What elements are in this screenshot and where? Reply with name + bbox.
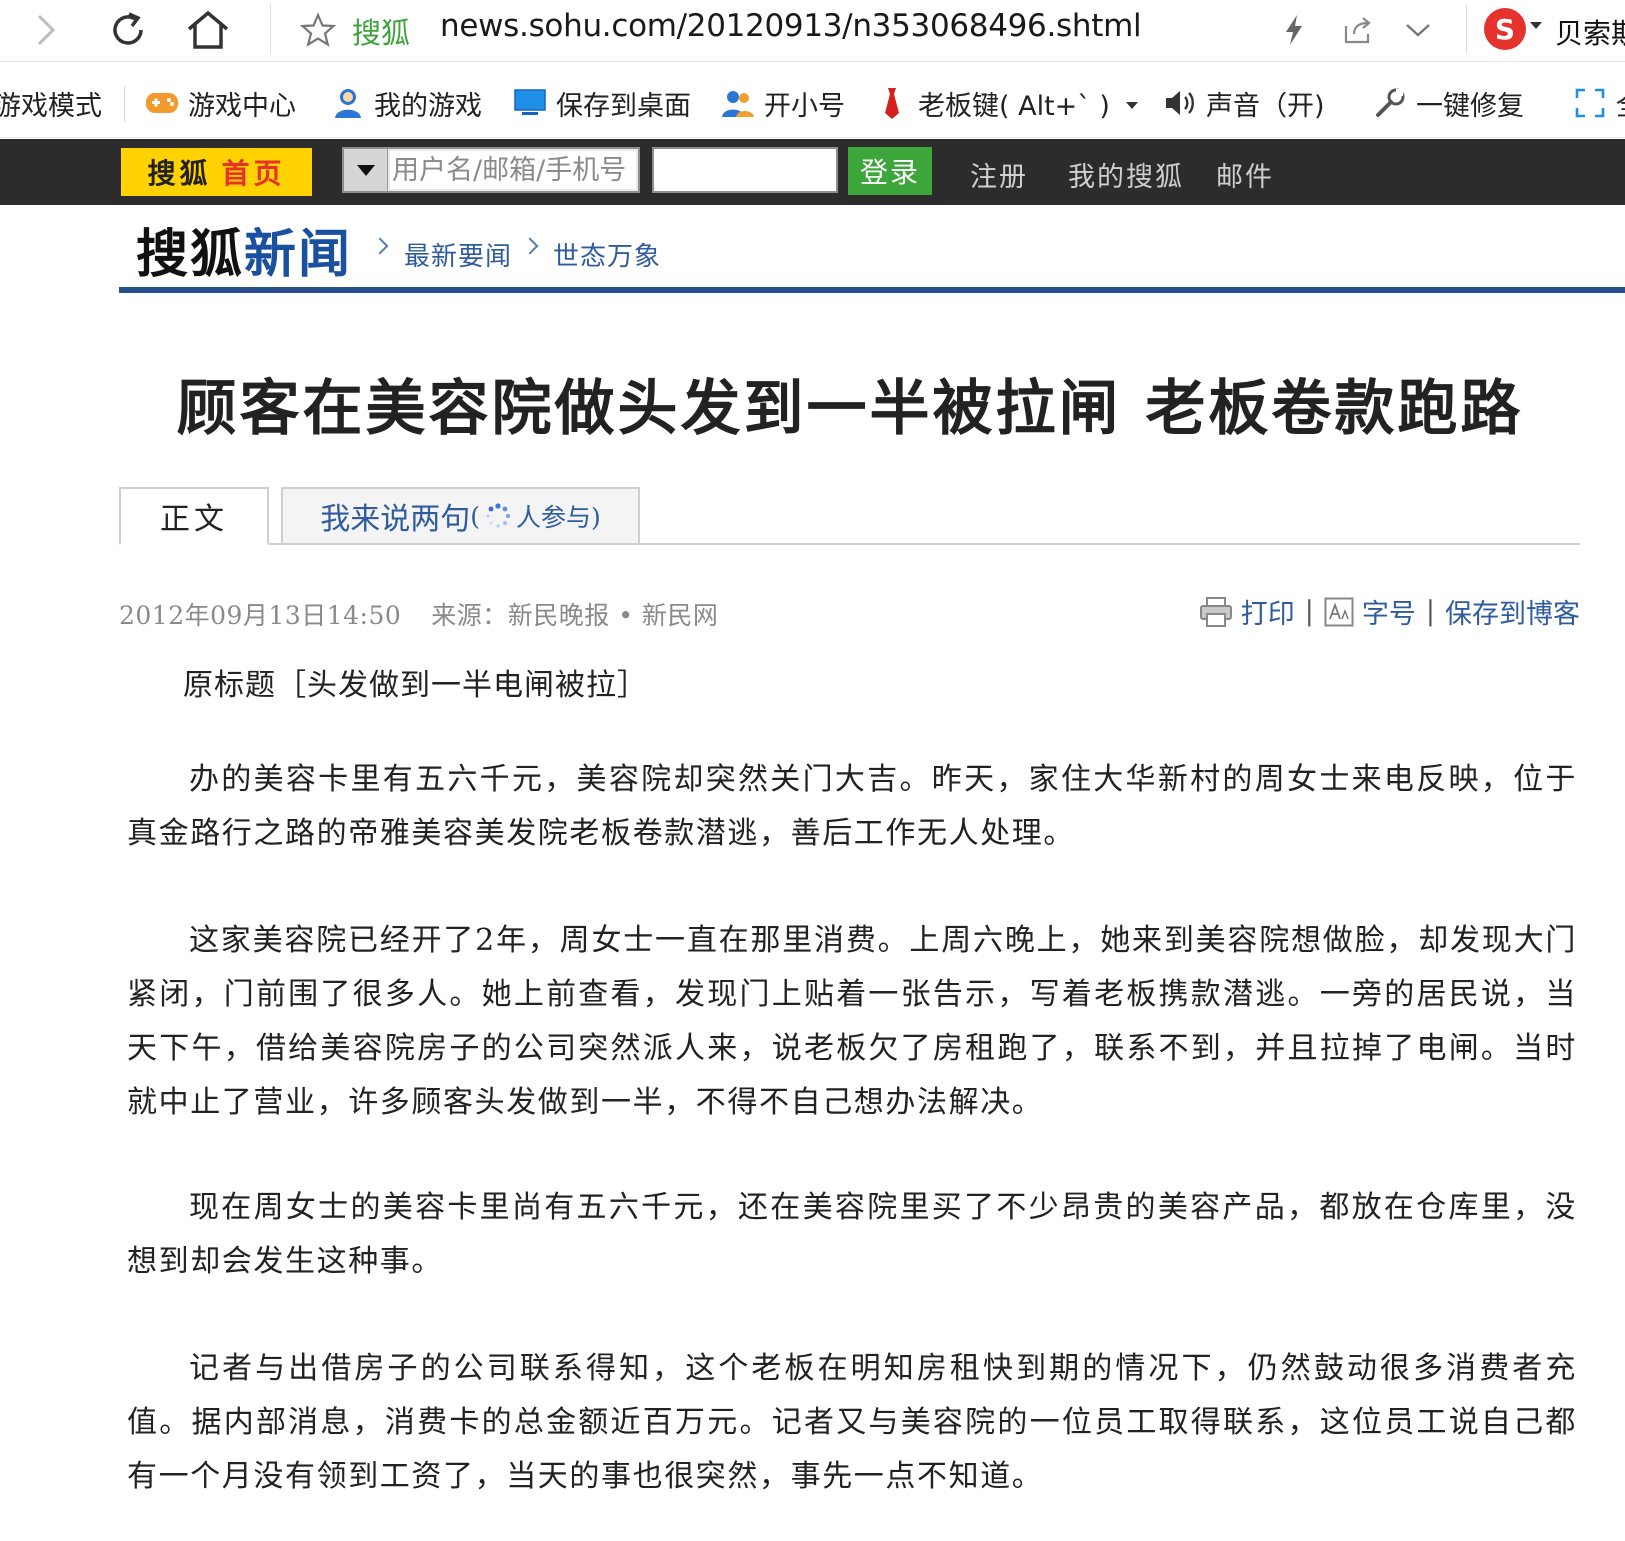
monitor-icon: [512, 86, 548, 120]
tab-main-label: 正文: [160, 502, 228, 537]
logo-channel: 新闻: [244, 225, 353, 285]
browser-toolbar: 游戏模式 游戏中心 我的游戏 保存到桌面 开小号 老板键( Alt+` ) 声音…: [0, 68, 1625, 138]
password-input[interactable]: [652, 147, 838, 193]
caret-down-icon: [356, 164, 375, 176]
username-input[interactable]: [390, 151, 636, 189]
channel-divider: [119, 287, 1625, 293]
save-desktop-button[interactable]: 保存到桌面: [512, 84, 691, 122]
open-alt-button[interactable]: 开小号: [720, 84, 845, 122]
open-alt-label: 开小号: [764, 90, 845, 122]
lightning-button[interactable]: [1272, 8, 1316, 52]
chevron-down-icon: [1406, 24, 1430, 37]
breadcrumb-society[interactable]: 世态万象: [553, 236, 661, 273]
fullscreen-label: 全: [1616, 84, 1625, 123]
fullscreen-button[interactable]: 全: [1572, 84, 1625, 122]
article-title: 顾客在美容院做头发到一半被拉闸 老板卷款跑路: [176, 374, 1524, 444]
separator: |: [1425, 596, 1435, 627]
breadcrumb-latest-news[interactable]: 最新要闻: [404, 236, 512, 273]
game-center-label: 游戏中心: [188, 90, 296, 122]
share-button[interactable]: [1336, 8, 1380, 52]
publish-datetime: 2012年09月13日14:50: [119, 601, 402, 630]
original-title: 原标题［头发做到一半电闸被拉］: [183, 668, 648, 703]
repair-button[interactable]: 一键修复: [1372, 84, 1524, 122]
necktie-icon: [874, 86, 910, 120]
font-size-link[interactable]: 字号: [1362, 592, 1416, 631]
address-bar: 搜狐 news.sohu.com/20120913/n353068496.sht…: [0, 0, 1625, 62]
tab-comments-open: (: [470, 501, 480, 531]
lightning-icon: [1286, 15, 1302, 45]
font-size-icon: [1324, 597, 1354, 627]
tab-comments[interactable]: 我来说两句( 人参与): [281, 487, 640, 545]
printer-icon: [1199, 596, 1233, 628]
tab-main-text[interactable]: 正文: [119, 487, 269, 545]
refresh-button[interactable]: [102, 6, 154, 54]
article-tools: 打印 | 字号 | 保存到博客: [1199, 592, 1580, 631]
gamepad-icon: [144, 86, 180, 120]
sohu-news-logo[interactable]: 搜狐新闻: [136, 212, 352, 287]
user-icon: [330, 86, 366, 120]
forward-button[interactable]: [20, 6, 72, 54]
game-mode-button[interactable]: 游戏模式: [0, 84, 102, 122]
my-games-label: 我的游戏: [374, 90, 482, 122]
repair-label: 一键修复: [1416, 90, 1524, 122]
divider: [270, 4, 271, 54]
article-source: 来源：新民晚报 • 新民网: [431, 601, 719, 630]
sohu-home-brand: 搜狐: [147, 157, 212, 190]
logo-brand: 搜狐: [136, 225, 245, 285]
tab-comments-label: 我来说两句: [320, 502, 471, 537]
tab-comments-suffix: 人参与): [516, 503, 601, 532]
home-button[interactable]: [182, 6, 234, 54]
share-icon: [1344, 17, 1371, 44]
article-paragraph: 现在周女士的美容卡里尚有五六千元，还在美容院里买了不少昂贵的美容产品，都放在仓库…: [127, 1190, 1577, 1279]
username-field-group: [342, 147, 640, 193]
wrench-icon: [1372, 86, 1408, 120]
users-icon: [720, 86, 756, 120]
article-paragraph: 办的美容卡里有五六千元，美容院却突然关门大吉。昨天，家住大华新村的周女士来电反映…: [127, 762, 1577, 851]
sound-button[interactable]: 声音（开): [1162, 84, 1325, 122]
caret-icon: [1530, 22, 1542, 29]
breadcrumb-chevron-icon: [521, 237, 539, 255]
forward-icon: [37, 14, 56, 46]
separator: |: [1304, 596, 1314, 627]
mail-link[interactable]: 邮件: [1216, 155, 1274, 194]
game-mode-label: 游戏模式: [0, 90, 102, 122]
boss-key-label: 老板键( Alt+` ): [918, 90, 1110, 122]
loading-spinner-icon: [486, 503, 511, 528]
sound-label: 声音（开): [1206, 90, 1325, 122]
boss-key-button[interactable]: 老板键( Alt+` ): [874, 84, 1110, 122]
boss-key-caret-icon[interactable]: [1126, 102, 1138, 109]
search-engine-label[interactable]: 贝索斯: [1555, 12, 1625, 52]
dropdown-button[interactable]: [1396, 8, 1440, 52]
article-paragraph: 这家美容院已经开了2年，周女士一直在那里消费。上周六晚上，她来到美容院想做脸，却…: [127, 923, 1577, 1120]
register-link[interactable]: 注册: [970, 155, 1028, 194]
sohu-home-label: 首页: [221, 157, 286, 190]
article-meta: 2012年09月13日14:50 来源：新民晚报 • 新民网: [119, 596, 718, 632]
divider: [124, 86, 125, 122]
print-link[interactable]: 打印: [1241, 592, 1295, 631]
login-button[interactable]: 登录: [848, 147, 932, 195]
refresh-icon: [113, 12, 143, 45]
bookmark-star-button[interactable]: [298, 8, 338, 52]
my-sohu-link[interactable]: 我的搜狐: [1068, 155, 1184, 194]
article-paragraph: 记者与出借房子的公司联系得知，这个老板在明知房租快到期的情况下，仍然鼓动很多消费…: [127, 1351, 1577, 1494]
breadcrumb-chevron-icon: [371, 237, 389, 255]
url-field[interactable]: news.sohu.com/20120913/n353068496.shtml: [440, 8, 1142, 44]
fullscreen-icon: [1572, 86, 1608, 120]
home-icon: [187, 10, 229, 49]
account-type-dropdown[interactable]: [344, 149, 388, 191]
site-name: 搜狐: [352, 16, 411, 50]
sogou-icon[interactable]: S: [1484, 8, 1526, 50]
game-center-button[interactable]: 游戏中心: [144, 84, 296, 122]
star-icon: [300, 12, 336, 47]
speaker-icon: [1162, 86, 1198, 120]
divider: [1466, 4, 1467, 54]
save-desktop-label: 保存到桌面: [556, 90, 691, 122]
sohu-top-bar: 搜狐 首页 登录 注册 我的搜狐 邮件: [0, 139, 1625, 205]
sohu-home-link[interactable]: 搜狐 首页: [121, 148, 312, 196]
save-to-blog-link[interactable]: 保存到博客: [1445, 592, 1580, 631]
my-games-button[interactable]: 我的游戏: [330, 84, 482, 122]
